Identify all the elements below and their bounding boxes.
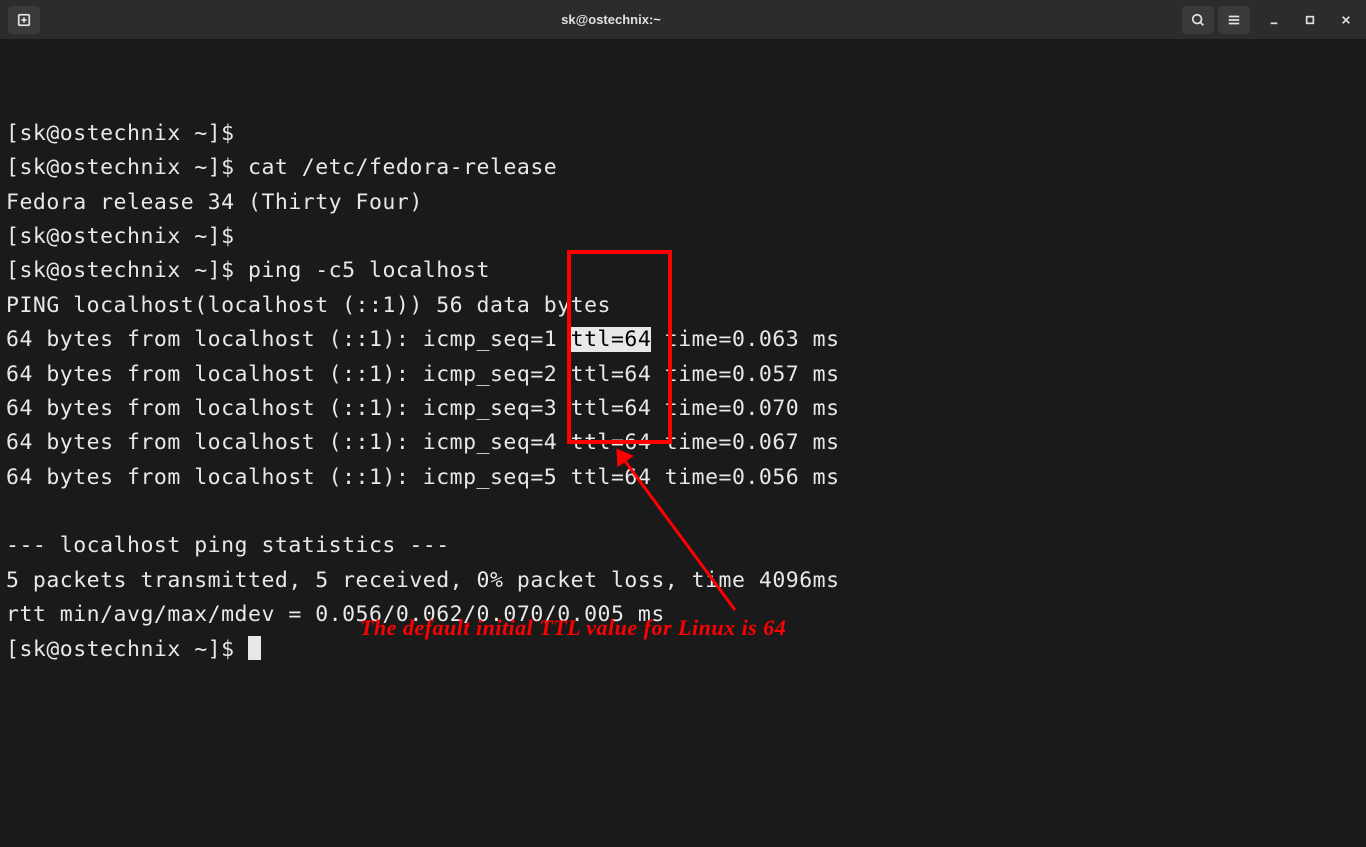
terminal-line [6, 495, 1360, 529]
ttl-value: ttl=64 [571, 396, 652, 421]
ping-suffix: time=0.057 ms [651, 362, 839, 387]
ping-prefix: 64 bytes from localhost (::1): icmp_seq=… [6, 430, 571, 455]
search-button[interactable] [1182, 6, 1214, 34]
ping-prefix: 64 bytes from localhost (::1): icmp_seq=… [6, 396, 571, 421]
menu-button[interactable] [1218, 6, 1250, 34]
prompt: [sk@ostechnix ~]$ [6, 224, 235, 249]
terminal-line: 5 packets transmitted, 5 received, 0% pa… [6, 564, 1360, 598]
minimize-icon [1269, 15, 1279, 25]
terminal-line: Fedora release 34 (Thirty Four) [6, 186, 1360, 220]
window-title: sk@ostechnix:~ [40, 12, 1182, 27]
prompt: [sk@ostechnix ~]$ [6, 121, 235, 146]
ttl-value: ttl=64 [571, 327, 652, 352]
ping-suffix: time=0.067 ms [651, 430, 839, 455]
hamburger-icon [1227, 13, 1241, 27]
terminal-output[interactable]: [sk@ostechnix ~]$[sk@ostechnix ~]$ cat /… [0, 40, 1366, 847]
terminal-line: [sk@ostechnix ~]$ cat /etc/fedora-releas… [6, 151, 1360, 185]
command [235, 637, 248, 662]
terminal-line: [sk@ostechnix ~]$ ping -c5 localhost [6, 254, 1360, 288]
new-tab-button[interactable] [8, 6, 40, 34]
ping-suffix: time=0.070 ms [651, 396, 839, 421]
ping-prefix: 64 bytes from localhost (::1): icmp_seq=… [6, 362, 571, 387]
ttl-value: ttl=64 [571, 362, 652, 387]
ttl-value: ttl=64 [571, 430, 652, 455]
command: ping -c5 localhost [235, 258, 490, 283]
terminal-line: PING localhost(localhost (::1)) 56 data … [6, 289, 1360, 323]
maximize-icon [1305, 15, 1315, 25]
terminal-line: 64 bytes from localhost (::1): icmp_seq=… [6, 392, 1360, 426]
ping-prefix: 64 bytes from localhost (::1): icmp_seq=… [6, 465, 571, 490]
titlebar: sk@ostechnix:~ [0, 0, 1366, 40]
terminal-line: 64 bytes from localhost (::1): icmp_seq=… [6, 323, 1360, 357]
ping-suffix: time=0.063 ms [651, 327, 839, 352]
prompt: [sk@ostechnix ~]$ [6, 155, 235, 180]
terminal-line: [sk@ostechnix ~]$ [6, 220, 1360, 254]
maximize-button[interactable] [1298, 8, 1322, 32]
command: cat /etc/fedora-release [235, 155, 558, 180]
ping-prefix: 64 bytes from localhost (::1): icmp_seq=… [6, 327, 571, 352]
close-icon [1341, 15, 1351, 25]
cursor [248, 636, 261, 660]
prompt: [sk@ostechnix ~]$ [6, 637, 235, 662]
new-tab-icon [17, 13, 31, 27]
titlebar-right [1182, 6, 1358, 34]
prompt: [sk@ostechnix ~]$ [6, 258, 235, 283]
ping-suffix: time=0.056 ms [651, 465, 839, 490]
terminal-line: 64 bytes from localhost (::1): icmp_seq=… [6, 358, 1360, 392]
minimize-button[interactable] [1262, 8, 1286, 32]
terminal-line: 64 bytes from localhost (::1): icmp_seq=… [6, 461, 1360, 495]
annotation-text: The default initial TTL value for Linux … [360, 610, 786, 645]
close-button[interactable] [1334, 8, 1358, 32]
terminal-line: --- localhost ping statistics --- [6, 529, 1360, 563]
search-icon [1191, 13, 1205, 27]
terminal-line: [sk@ostechnix ~]$ [6, 117, 1360, 151]
titlebar-left [8, 6, 40, 34]
ttl-value: ttl=64 [571, 465, 652, 490]
terminal-line: 64 bytes from localhost (::1): icmp_seq=… [6, 426, 1360, 460]
